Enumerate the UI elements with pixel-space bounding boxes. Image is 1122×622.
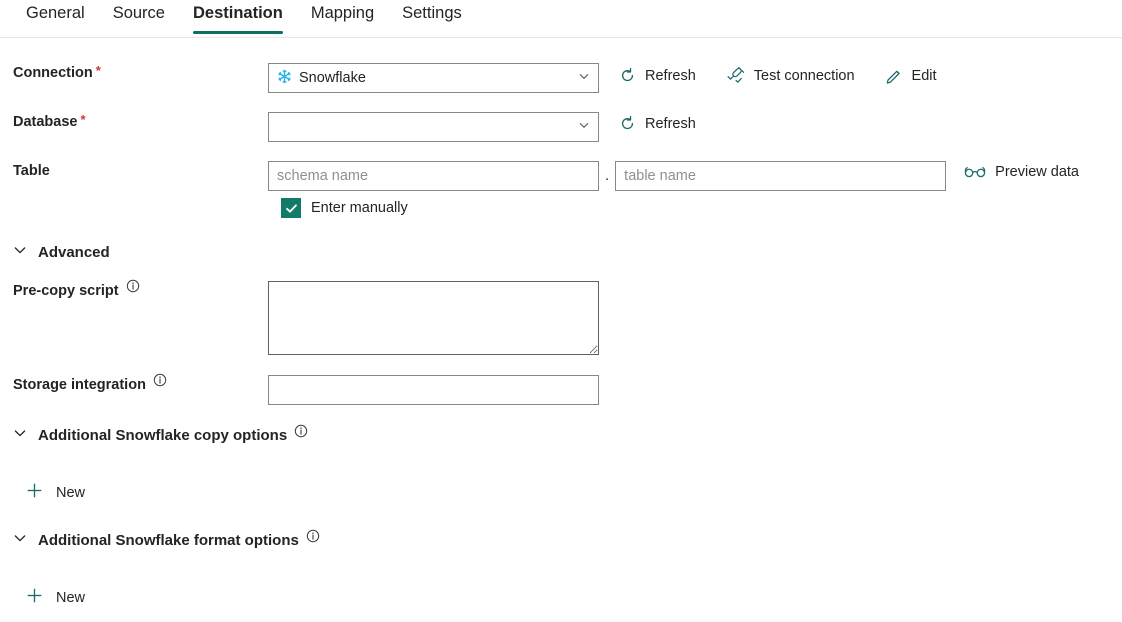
database-dropdown[interactable] [268, 112, 599, 142]
connection-row: Connection * Snowflake Refresh Test conn… [0, 63, 1122, 93]
chevron-down-icon [578, 119, 590, 135]
connection-dropdown[interactable]: Snowflake [268, 63, 599, 93]
refresh-connection-button[interactable]: Refresh [617, 64, 702, 87]
pre-copy-script-row: Pre-copy script [0, 279, 1122, 355]
refresh-database-label: Refresh [645, 115, 696, 132]
format-options-section-title: Additional Snowflake format options [38, 532, 299, 549]
test-connection-label: Test connection [753, 67, 855, 84]
schema-table-separator: . [605, 167, 610, 184]
snowflake-icon [277, 69, 292, 88]
preview-data-button[interactable]: Preview data [962, 161, 1085, 183]
storage-integration-row: Storage integration [0, 373, 1122, 405]
pre-copy-script-textarea[interactable] [268, 281, 599, 355]
advanced-section-title: Advanced [38, 244, 110, 261]
chevron-down-icon [13, 531, 27, 550]
enter-manually-checkbox[interactable] [281, 198, 301, 218]
plug-check-icon [726, 66, 745, 85]
edit-connection-label: Edit [911, 67, 937, 84]
copy-options-section-header[interactable]: Additional Snowflake copy options [13, 424, 308, 445]
add-format-option-label: New [56, 590, 86, 606]
glasses-icon [964, 165, 986, 179]
copy-options-section-title: Additional Snowflake copy options [38, 427, 288, 444]
tab-strip: General Source Destination Mapping Setti… [0, 0, 1122, 38]
add-copy-option-button[interactable]: New [20, 478, 91, 508]
refresh-icon [619, 115, 636, 132]
storage-integration-label: Storage integration [0, 373, 268, 395]
info-icon[interactable] [294, 424, 308, 438]
info-icon[interactable] [153, 373, 167, 387]
database-row: Database * Refresh [0, 112, 1122, 142]
add-format-option-button[interactable]: New [20, 583, 91, 613]
chevron-down-icon [578, 70, 590, 86]
enter-manually-checkbox-row[interactable]: Enter manually [281, 198, 408, 218]
pre-copy-script-label-text: Pre-copy script [13, 283, 119, 299]
database-label-text: Database [13, 114, 78, 130]
storage-integration-input[interactable] [268, 375, 599, 405]
test-connection-button[interactable]: Test connection [724, 63, 861, 88]
table-commands: Preview data [962, 161, 1085, 183]
pencil-icon [885, 67, 903, 85]
format-options-section-header[interactable]: Additional Snowflake format options [13, 529, 320, 550]
advanced-section-header[interactable]: Advanced [13, 243, 110, 262]
connection-value: Snowflake [299, 70, 366, 86]
refresh-connection-label: Refresh [645, 67, 696, 84]
plus-icon [26, 482, 43, 504]
table-name-input[interactable] [615, 161, 947, 191]
database-label: Database * [0, 112, 268, 132]
connection-commands: Refresh Test connection Edit [617, 63, 943, 88]
required-asterisk: * [80, 112, 86, 127]
preview-data-label: Preview data [995, 164, 1079, 180]
info-icon[interactable] [126, 279, 140, 293]
add-copy-option-label: New [56, 485, 86, 501]
refresh-icon [619, 67, 636, 84]
tab-settings[interactable]: Settings [388, 0, 476, 34]
edit-connection-button[interactable]: Edit [883, 64, 943, 88]
chevron-down-icon [13, 243, 27, 262]
table-row: Table . Preview data [0, 161, 1122, 191]
tab-general[interactable]: General [12, 0, 99, 34]
pre-copy-script-label: Pre-copy script [0, 279, 268, 301]
refresh-database-button[interactable]: Refresh [617, 112, 702, 135]
enter-manually-label: Enter manually [311, 200, 408, 216]
connection-label-text: Connection [13, 65, 93, 81]
required-asterisk: * [95, 63, 101, 78]
info-icon[interactable] [306, 529, 320, 543]
storage-integration-label-text: Storage integration [13, 377, 146, 393]
plus-icon [26, 587, 43, 609]
database-commands: Refresh [617, 112, 702, 135]
chevron-down-icon [13, 426, 27, 445]
table-label: Table [0, 161, 268, 181]
schema-name-input[interactable] [268, 161, 599, 191]
table-label-text: Table [13, 163, 50, 179]
tab-source[interactable]: Source [99, 0, 179, 34]
checkmark-icon [285, 203, 297, 213]
tab-mapping[interactable]: Mapping [297, 0, 388, 34]
connection-label: Connection * [0, 63, 268, 83]
tab-destination[interactable]: Destination [179, 0, 297, 34]
